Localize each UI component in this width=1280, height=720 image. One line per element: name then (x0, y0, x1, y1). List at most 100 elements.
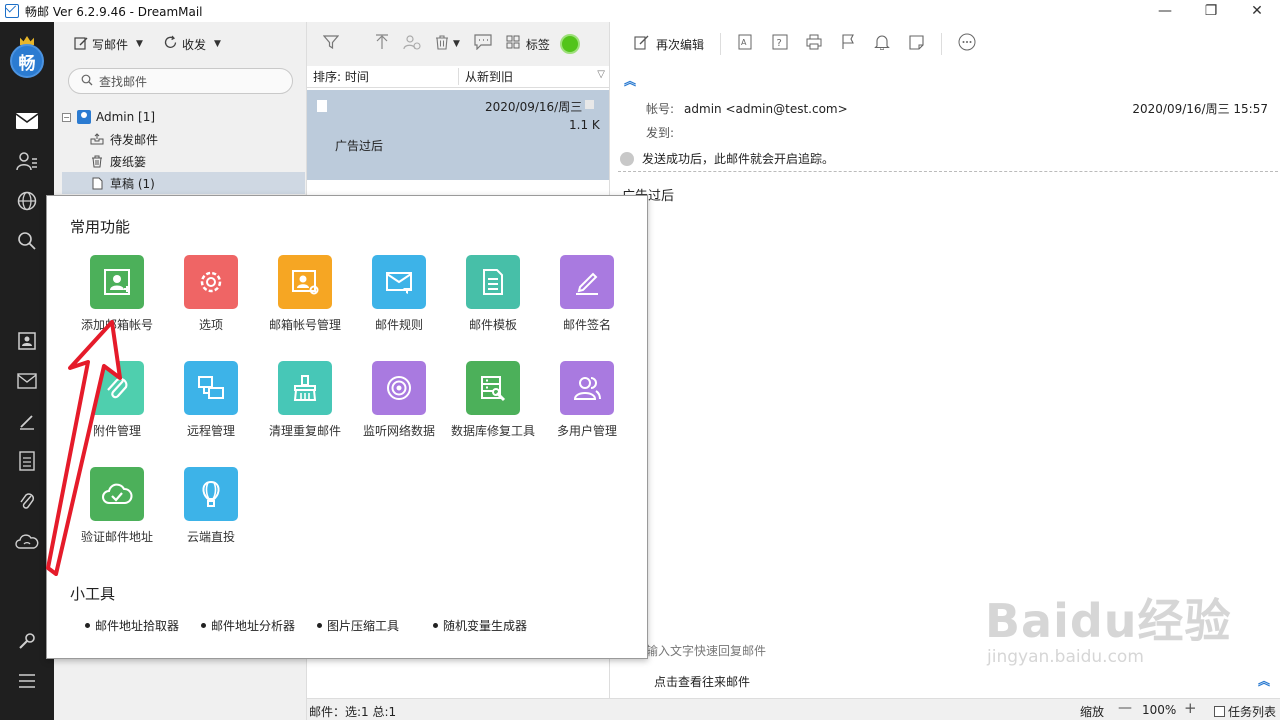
status-indicator-icon[interactable] (559, 34, 580, 54)
zoom-label: 缩放 (1080, 705, 1105, 719)
folder-drafts[interactable]: 草稿 (1) (62, 172, 305, 194)
contact-block-icon[interactable] (403, 34, 421, 54)
tool-random-generator[interactable]: 随机变量生成器 (433, 617, 527, 634)
chevron-down-icon[interactable]: ▼ (214, 39, 221, 49)
tile-db-repair[interactable]: 数据库修复工具 (443, 361, 543, 438)
tile-cloud-delivery[interactable]: 云端直投 (161, 467, 261, 544)
contacts-icon[interactable] (14, 148, 40, 174)
translate-icon[interactable]: A (737, 34, 755, 54)
tracking-notice: 发送成功后，此邮件就会开启追踪。 (620, 150, 834, 167)
message-date: 2020/09/16/周三 15:57 (1132, 102, 1268, 116)
send-receive-button[interactable]: 收发 ▼ (159, 33, 225, 55)
chat-icon[interactable] (474, 34, 492, 54)
account-settings-icon (292, 270, 319, 295)
list-item[interactable]: 2020/09/16/周三 1.1 K 广告过后 (307, 90, 609, 180)
quick-reply-input[interactable]: 输入文字快速回复邮件 (646, 642, 766, 659)
document-icon[interactable] (14, 448, 40, 474)
filter-icon[interactable] (322, 35, 340, 53)
zoom-value: 100% (1142, 703, 1177, 717)
search-placeholder: 查找邮件 (99, 74, 148, 89)
common-features-title: 常用功能 (70, 218, 131, 236)
chevron-down-icon[interactable]: ▼ (453, 39, 460, 49)
help-icon[interactable]: ? (771, 34, 789, 54)
tile-label: 邮件规则 (374, 318, 423, 332)
flag-icon[interactable] (839, 34, 857, 54)
bell-icon[interactable] (873, 34, 891, 54)
tile-icon-bg (560, 255, 614, 309)
template-icon (483, 269, 503, 295)
wrench-icon[interactable] (14, 628, 40, 654)
tool-address-analyzer[interactable]: 邮件地址分析器 (201, 617, 295, 634)
tool-address-picker[interactable]: 邮件地址拾取器 (85, 617, 179, 634)
expand-up-icon[interactable]: ︽ (1258, 672, 1270, 689)
tile-attachment-management[interactable]: 附件管理 (67, 361, 167, 438)
grid-icon[interactable] (506, 35, 520, 53)
task-list-toggle[interactable]: 任务列表 (1214, 703, 1276, 720)
tile-remote-management[interactable]: 远程管理 (161, 361, 261, 438)
compose-label: 写邮件 (92, 37, 129, 52)
account-node[interactable]: − Admin [1] (62, 106, 305, 128)
account-value: admin <admin@test.com> (684, 102, 848, 116)
menu-icon[interactable] (14, 668, 40, 694)
account-label: 帐号: (646, 102, 675, 116)
cloud-wifi-icon[interactable] (14, 528, 40, 554)
tag-button[interactable]: 标签 (526, 36, 550, 53)
sort-header: 排序: 时间 从新到旧 ▽ (307, 66, 609, 88)
chevron-down-icon[interactable]: ▼ (136, 39, 143, 49)
mail-outline-icon[interactable] (14, 368, 40, 394)
tile-icon-bg (184, 255, 238, 309)
reedit-button[interactable]: 再次编辑 (632, 35, 704, 54)
minimize-button[interactable]: — (1142, 0, 1188, 22)
task-list-label: 任务列表 (1228, 705, 1277, 719)
note-icon[interactable] (907, 34, 925, 54)
tile-mail-signature[interactable]: 邮件签名 (537, 255, 637, 332)
zoom-in-button[interactable]: + (1184, 699, 1197, 717)
print-icon[interactable] (805, 34, 823, 54)
tile-label: 邮件模板 (468, 318, 517, 332)
globe-icon[interactable] (14, 188, 40, 214)
chevron-down-icon: ▽ (597, 69, 605, 80)
svg-text:?: ? (777, 38, 782, 49)
tile-icon-bg (184, 467, 238, 521)
pen-icon[interactable] (14, 408, 40, 434)
maximize-button[interactable]: ❐ (1188, 0, 1234, 22)
search-icon[interactable] (14, 228, 40, 254)
tile-label: 监听网络数据 (362, 424, 435, 438)
tile-verify-address[interactable]: 验证邮件地址 (67, 467, 167, 544)
close-button[interactable]: ✕ (1234, 0, 1280, 22)
more-icon[interactable] (958, 33, 976, 55)
avatar[interactable]: 畅 (10, 44, 44, 78)
tile-account-management[interactable]: 邮箱帐号管理 (255, 255, 355, 332)
tile-mail-rules[interactable]: 邮件规则 (349, 255, 449, 332)
tile-options[interactable]: 选项 (161, 255, 261, 332)
title-bar: 畅邮 Ver 6.2.9.46 - DreamMail — ❐ ✕ (0, 0, 1280, 22)
tile-label: 附件管理 (92, 424, 141, 438)
contact-card-icon[interactable] (14, 328, 40, 354)
flag-icon[interactable] (585, 100, 594, 109)
tile-network-monitor[interactable]: 监听网络数据 (349, 361, 449, 438)
attachment-icon[interactable] (14, 488, 40, 514)
folder-trash[interactable]: 废纸篓 (62, 150, 305, 172)
sort-order[interactable]: 从新到旧 ▽ (459, 68, 609, 85)
tile-mail-templates[interactable]: 邮件模板 (443, 255, 543, 332)
zoom-out-button[interactable]: — (1118, 700, 1132, 716)
move-up-icon[interactable] (375, 34, 389, 54)
task-list-checkbox[interactable] (1214, 706, 1225, 717)
tile-add-account[interactable]: 添加邮箱帐号 (67, 255, 167, 332)
delete-icon[interactable] (435, 34, 449, 54)
compose-button[interactable]: 写邮件 ▼ (70, 34, 147, 55)
sort-field[interactable]: 排序: 时间 (307, 68, 459, 85)
folder-outbox[interactable]: 待发邮件 (62, 128, 305, 150)
multi-user-icon (573, 377, 601, 400)
refresh-icon (163, 35, 178, 53)
search-input[interactable]: 查找邮件 (68, 68, 293, 94)
mail-icon[interactable] (14, 108, 40, 134)
view-history-link[interactable]: 点击查看往来邮件 (654, 673, 750, 690)
watermark: Baidu经验 jingyan.baidu.com (985, 585, 1232, 667)
collapse-icon[interactable]: − (62, 112, 71, 122)
account-label: Admin [1] (96, 110, 156, 124)
collapse-header-icon[interactable]: ︽ (624, 72, 636, 89)
tile-multi-user[interactable]: 多用户管理 (537, 361, 637, 438)
tile-clean-duplicates[interactable]: 清理重复邮件 (255, 361, 355, 438)
tool-image-compressor[interactable]: 图片压缩工具 (317, 617, 399, 634)
